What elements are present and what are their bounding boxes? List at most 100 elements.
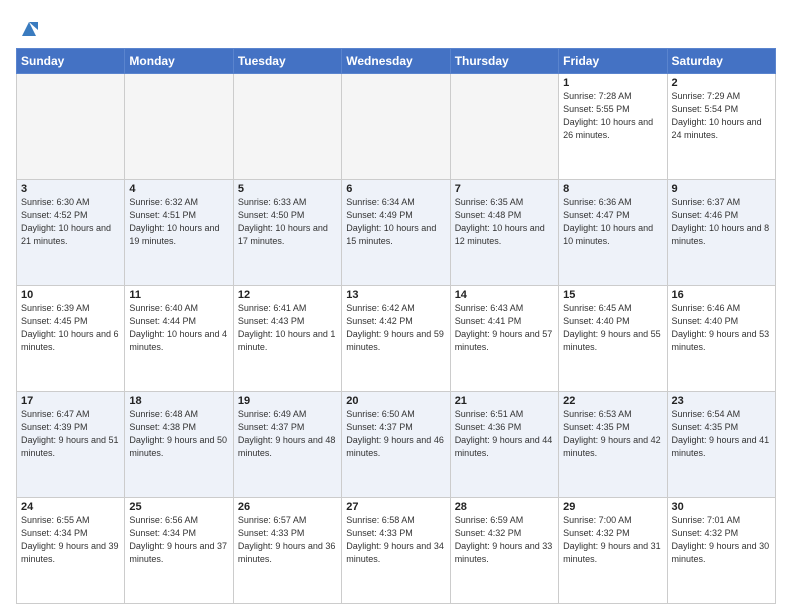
header <box>16 16 776 42</box>
calendar-cell: 28Sunrise: 6:59 AM Sunset: 4:32 PM Dayli… <box>450 498 558 604</box>
day-info: Sunrise: 6:33 AM Sunset: 4:50 PM Dayligh… <box>238 196 337 248</box>
day-info: Sunrise: 6:51 AM Sunset: 4:36 PM Dayligh… <box>455 408 554 460</box>
calendar-cell: 18Sunrise: 6:48 AM Sunset: 4:38 PM Dayli… <box>125 392 233 498</box>
day-number: 11 <box>129 289 228 301</box>
calendar-cell <box>125 74 233 180</box>
day-info: Sunrise: 6:47 AM Sunset: 4:39 PM Dayligh… <box>21 408 120 460</box>
calendar-cell: 14Sunrise: 6:43 AM Sunset: 4:41 PM Dayli… <box>450 286 558 392</box>
day-info: Sunrise: 6:39 AM Sunset: 4:45 PM Dayligh… <box>21 302 120 354</box>
calendar-cell: 1Sunrise: 7:28 AM Sunset: 5:55 PM Daylig… <box>559 74 667 180</box>
calendar-week-row: 17Sunrise: 6:47 AM Sunset: 4:39 PM Dayli… <box>17 392 776 498</box>
calendar-cell: 25Sunrise: 6:56 AM Sunset: 4:34 PM Dayli… <box>125 498 233 604</box>
day-info: Sunrise: 6:35 AM Sunset: 4:48 PM Dayligh… <box>455 196 554 248</box>
day-number: 14 <box>455 289 554 301</box>
day-info: Sunrise: 6:58 AM Sunset: 4:33 PM Dayligh… <box>346 514 445 566</box>
calendar-cell: 5Sunrise: 6:33 AM Sunset: 4:50 PM Daylig… <box>233 180 341 286</box>
calendar-cell: 20Sunrise: 6:50 AM Sunset: 4:37 PM Dayli… <box>342 392 450 498</box>
day-info: Sunrise: 6:50 AM Sunset: 4:37 PM Dayligh… <box>346 408 445 460</box>
weekday-header: Thursday <box>450 49 558 74</box>
day-info: Sunrise: 6:37 AM Sunset: 4:46 PM Dayligh… <box>672 196 771 248</box>
day-info: Sunrise: 6:49 AM Sunset: 4:37 PM Dayligh… <box>238 408 337 460</box>
calendar-header-row: SundayMondayTuesdayWednesdayThursdayFrid… <box>17 49 776 74</box>
day-info: Sunrise: 6:43 AM Sunset: 4:41 PM Dayligh… <box>455 302 554 354</box>
day-info: Sunrise: 6:48 AM Sunset: 4:38 PM Dayligh… <box>129 408 228 460</box>
day-number: 2 <box>672 77 771 89</box>
weekday-header: Friday <box>559 49 667 74</box>
day-number: 12 <box>238 289 337 301</box>
day-number: 30 <box>672 501 771 513</box>
calendar-cell: 17Sunrise: 6:47 AM Sunset: 4:39 PM Dayli… <box>17 392 125 498</box>
calendar-cell: 23Sunrise: 6:54 AM Sunset: 4:35 PM Dayli… <box>667 392 775 498</box>
calendar-cell: 4Sunrise: 6:32 AM Sunset: 4:51 PM Daylig… <box>125 180 233 286</box>
day-number: 18 <box>129 395 228 407</box>
calendar-week-row: 3Sunrise: 6:30 AM Sunset: 4:52 PM Daylig… <box>17 180 776 286</box>
day-number: 28 <box>455 501 554 513</box>
day-info: Sunrise: 6:59 AM Sunset: 4:32 PM Dayligh… <box>455 514 554 566</box>
day-info: Sunrise: 6:53 AM Sunset: 4:35 PM Dayligh… <box>563 408 662 460</box>
calendar-cell: 13Sunrise: 6:42 AM Sunset: 4:42 PM Dayli… <box>342 286 450 392</box>
day-info: Sunrise: 6:32 AM Sunset: 4:51 PM Dayligh… <box>129 196 228 248</box>
calendar-cell: 30Sunrise: 7:01 AM Sunset: 4:32 PM Dayli… <box>667 498 775 604</box>
day-number: 19 <box>238 395 337 407</box>
day-number: 5 <box>238 183 337 195</box>
weekday-header: Saturday <box>667 49 775 74</box>
day-info: Sunrise: 6:40 AM Sunset: 4:44 PM Dayligh… <box>129 302 228 354</box>
day-info: Sunrise: 7:00 AM Sunset: 4:32 PM Dayligh… <box>563 514 662 566</box>
day-info: Sunrise: 6:42 AM Sunset: 4:42 PM Dayligh… <box>346 302 445 354</box>
calendar-cell: 15Sunrise: 6:45 AM Sunset: 4:40 PM Dayli… <box>559 286 667 392</box>
day-number: 20 <box>346 395 445 407</box>
day-info: Sunrise: 6:55 AM Sunset: 4:34 PM Dayligh… <box>21 514 120 566</box>
day-info: Sunrise: 6:30 AM Sunset: 4:52 PM Dayligh… <box>21 196 120 248</box>
logo-icon <box>18 18 40 40</box>
calendar-cell: 19Sunrise: 6:49 AM Sunset: 4:37 PM Dayli… <box>233 392 341 498</box>
day-number: 22 <box>563 395 662 407</box>
weekday-header: Wednesday <box>342 49 450 74</box>
calendar-cell <box>17 74 125 180</box>
calendar-cell: 6Sunrise: 6:34 AM Sunset: 4:49 PM Daylig… <box>342 180 450 286</box>
day-number: 7 <box>455 183 554 195</box>
day-number: 29 <box>563 501 662 513</box>
page: SundayMondayTuesdayWednesdayThursdayFrid… <box>0 0 792 612</box>
day-number: 1 <box>563 77 662 89</box>
calendar-cell: 26Sunrise: 6:57 AM Sunset: 4:33 PM Dayli… <box>233 498 341 604</box>
calendar-cell: 24Sunrise: 6:55 AM Sunset: 4:34 PM Dayli… <box>17 498 125 604</box>
day-info: Sunrise: 7:29 AM Sunset: 5:54 PM Dayligh… <box>672 90 771 142</box>
day-number: 6 <box>346 183 445 195</box>
day-info: Sunrise: 6:54 AM Sunset: 4:35 PM Dayligh… <box>672 408 771 460</box>
calendar-cell <box>233 74 341 180</box>
day-number: 15 <box>563 289 662 301</box>
calendar-cell: 7Sunrise: 6:35 AM Sunset: 4:48 PM Daylig… <box>450 180 558 286</box>
day-info: Sunrise: 7:28 AM Sunset: 5:55 PM Dayligh… <box>563 90 662 142</box>
day-info: Sunrise: 6:57 AM Sunset: 4:33 PM Dayligh… <box>238 514 337 566</box>
calendar-cell: 10Sunrise: 6:39 AM Sunset: 4:45 PM Dayli… <box>17 286 125 392</box>
day-info: Sunrise: 6:34 AM Sunset: 4:49 PM Dayligh… <box>346 196 445 248</box>
calendar-week-row: 24Sunrise: 6:55 AM Sunset: 4:34 PM Dayli… <box>17 498 776 604</box>
calendar-week-row: 1Sunrise: 7:28 AM Sunset: 5:55 PM Daylig… <box>17 74 776 180</box>
logo <box>16 20 40 42</box>
calendar-cell: 27Sunrise: 6:58 AM Sunset: 4:33 PM Dayli… <box>342 498 450 604</box>
day-number: 26 <box>238 501 337 513</box>
day-number: 9 <box>672 183 771 195</box>
day-number: 24 <box>21 501 120 513</box>
day-number: 21 <box>455 395 554 407</box>
day-number: 10 <box>21 289 120 301</box>
day-number: 8 <box>563 183 662 195</box>
day-info: Sunrise: 7:01 AM Sunset: 4:32 PM Dayligh… <box>672 514 771 566</box>
day-info: Sunrise: 6:41 AM Sunset: 4:43 PM Dayligh… <box>238 302 337 354</box>
calendar-cell: 22Sunrise: 6:53 AM Sunset: 4:35 PM Dayli… <box>559 392 667 498</box>
weekday-header: Tuesday <box>233 49 341 74</box>
weekday-header: Monday <box>125 49 233 74</box>
calendar-week-row: 10Sunrise: 6:39 AM Sunset: 4:45 PM Dayli… <box>17 286 776 392</box>
day-number: 27 <box>346 501 445 513</box>
day-number: 4 <box>129 183 228 195</box>
calendar-cell: 21Sunrise: 6:51 AM Sunset: 4:36 PM Dayli… <box>450 392 558 498</box>
calendar-cell: 3Sunrise: 6:30 AM Sunset: 4:52 PM Daylig… <box>17 180 125 286</box>
day-number: 3 <box>21 183 120 195</box>
calendar-cell: 16Sunrise: 6:46 AM Sunset: 4:40 PM Dayli… <box>667 286 775 392</box>
day-number: 25 <box>129 501 228 513</box>
calendar-cell: 8Sunrise: 6:36 AM Sunset: 4:47 PM Daylig… <box>559 180 667 286</box>
calendar-cell: 9Sunrise: 6:37 AM Sunset: 4:46 PM Daylig… <box>667 180 775 286</box>
calendar-cell <box>450 74 558 180</box>
day-info: Sunrise: 6:36 AM Sunset: 4:47 PM Dayligh… <box>563 196 662 248</box>
weekday-header: Sunday <box>17 49 125 74</box>
